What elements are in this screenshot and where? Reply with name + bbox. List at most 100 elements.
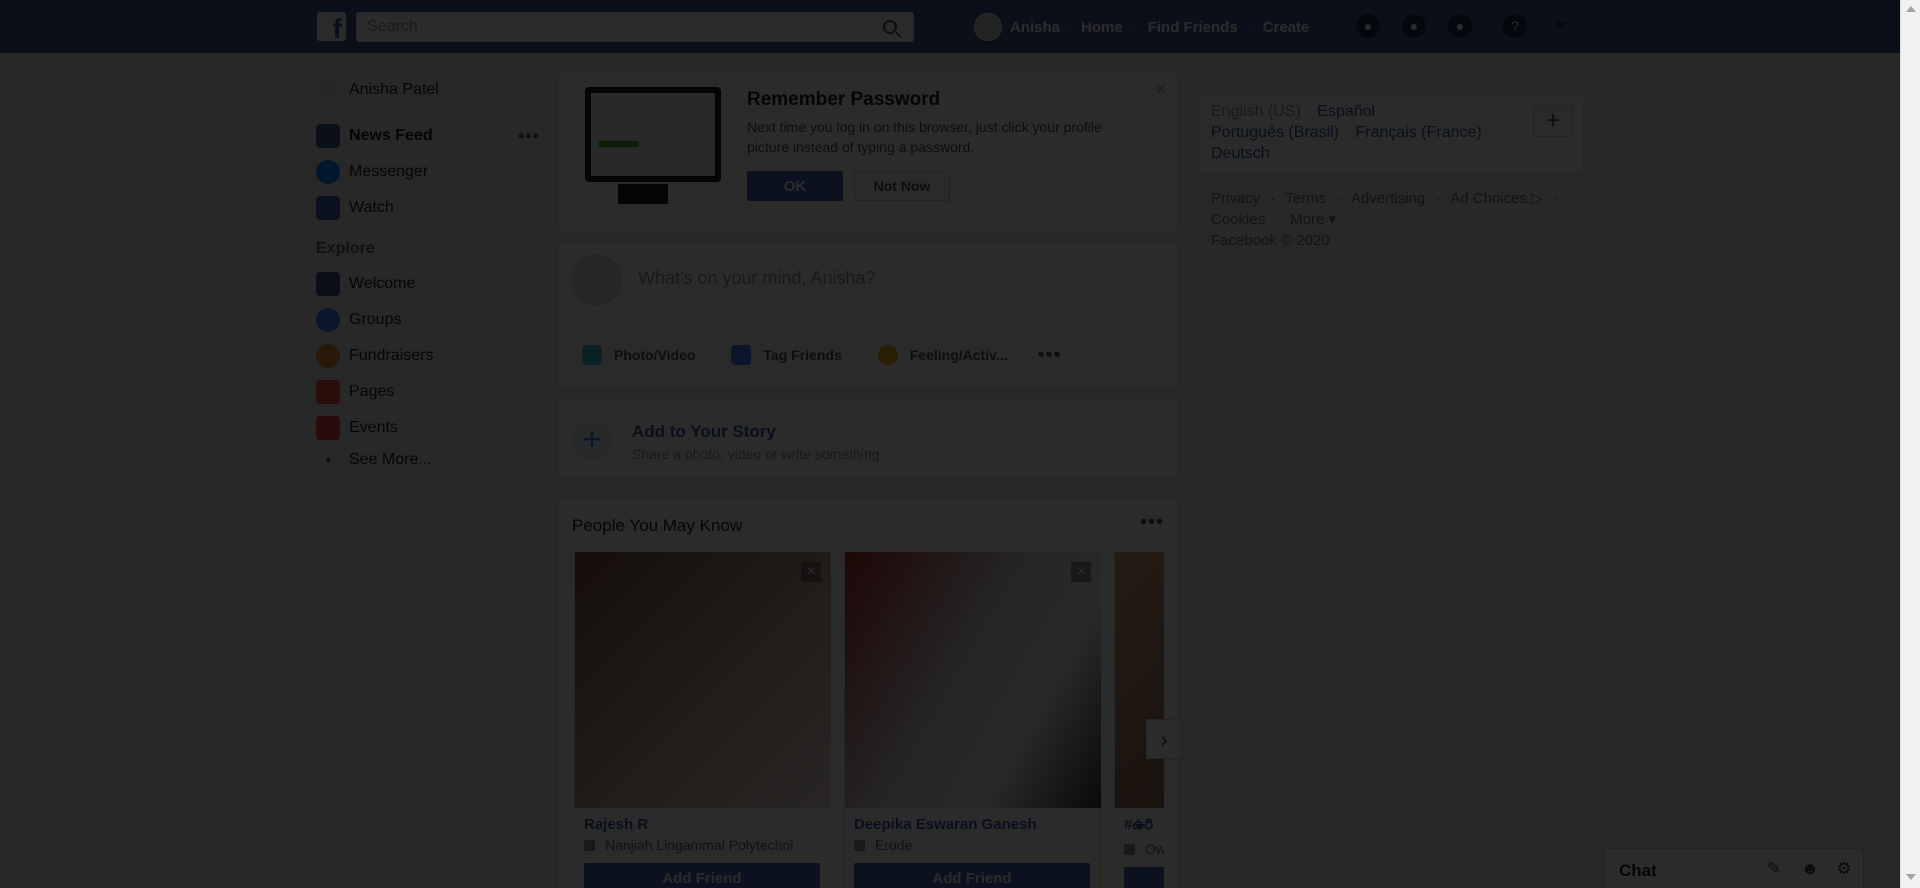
facebook-logo[interactable]: f [317, 12, 346, 41]
profile-link[interactable]: Anisha [966, 13, 1068, 41]
close-icon[interactable]: × [1071, 562, 1091, 582]
sidebar-item-pages[interactable]: Pages [316, 374, 540, 410]
avatar [974, 13, 1002, 41]
tag-friends-icon [731, 345, 752, 365]
sidebar-item-messenger[interactable]: Messenger [316, 154, 540, 190]
sidebar-item-fundraisers[interactable]: Fundraisers [316, 338, 540, 374]
search-input[interactable] [357, 13, 857, 41]
chevron-right-icon[interactable]: › [1146, 719, 1182, 759]
add-to-story-subtitle: Share a photo, video or write something [632, 446, 880, 462]
events-icon [316, 416, 340, 440]
person-name[interactable]: Rajesh R [584, 816, 820, 833]
scroll-down-icon[interactable] [1906, 874, 1916, 880]
advertising-link[interactable]: Advertising [1351, 190, 1425, 207]
person-card: × Deepika Eswaran Ganesh Erode Add Frien… [844, 551, 1101, 888]
remember-password-text: Next time you log in on this browser, ju… [747, 119, 1102, 155]
pages-icon [316, 380, 340, 404]
sidebar-item-watch[interactable]: Watch [316, 190, 540, 226]
sidebar-item-welcome[interactable]: Welcome [316, 266, 540, 302]
chat-bar[interactable]: Chat ✎ ☻ ⚙ [1603, 848, 1864, 888]
sidebar-item-groups[interactable]: Groups [316, 302, 540, 338]
home-icon [1124, 843, 1135, 855]
more-options-icon[interactable]: ••• [1038, 344, 1062, 367]
compose-icon[interactable]: ✎ [1764, 859, 1784, 879]
language-link[interactable]: Español [1317, 103, 1375, 120]
copyright: Facebook © 2020 [1211, 232, 1330, 249]
privacy-link[interactable]: Privacy [1211, 190, 1260, 207]
help-icon[interactable]: ? [1503, 14, 1527, 38]
person-name[interactable]: Deepika Eswaran Ganesh [854, 816, 1090, 833]
gear-icon[interactable]: ⚙ [1834, 859, 1854, 879]
group-chat-icon[interactable]: ☻ [1800, 859, 1820, 879]
explore-header: Explore [316, 240, 375, 257]
add-friend-button[interactable]: Add Friend [584, 863, 820, 888]
current-language: English (US) [1211, 103, 1301, 120]
groups-icon [316, 308, 340, 332]
login-bar-illustration [599, 141, 639, 147]
add-friend-button[interactable]: Add Friend [1124, 867, 1164, 888]
pymk-carousel: × Rajesh R Nanjiah Lingammal Polytechni … [574, 551, 1164, 888]
person-name[interactable]: #ఉరి [1124, 816, 1164, 837]
search-icon[interactable] [883, 20, 897, 34]
sidebar-item-news-feed[interactable]: News Feed ••• [316, 118, 540, 154]
add-language-button[interactable]: + [1533, 105, 1573, 137]
photo-video-icon [582, 345, 602, 365]
sidebar-item-label: Anisha Patel [349, 81, 439, 98]
person-card: × Rajesh R Nanjiah Lingammal Polytechni … [574, 551, 831, 888]
language-selector: English (US) Español Português (Brasil) … [1198, 96, 1584, 174]
sidebar-item-label: Fundraisers [349, 347, 434, 364]
top-navigation-bar: f Anisha Home Find Friends Create ● ● ● … [0, 0, 1920, 53]
top-nav-links: Anisha Home Find Friends Create [966, 12, 1321, 42]
left-sidebar: Anisha Patel News Feed ••• Messenger Wat… [316, 72, 540, 474]
friend-requests-icon[interactable]: ● [1356, 14, 1380, 38]
language-link[interactable]: Português (Brasil) [1211, 124, 1339, 141]
profile-photo[interactable]: × [575, 552, 831, 808]
feeling-activity-button[interactable]: Feeling/Activ... [865, 339, 1020, 371]
add-friend-button[interactable]: Add Friend [854, 863, 1090, 888]
monitor-stand [618, 184, 668, 204]
person-meta: Nanjiah Lingammal Polytechni [584, 837, 820, 853]
add-to-story-card[interactable]: + Add to Your Story Share a photo, video… [557, 398, 1179, 478]
messenger-icon [316, 160, 340, 184]
profile-photo[interactable]: × [845, 552, 1101, 808]
see-more-link[interactable]: ▾ See More... [316, 446, 540, 474]
more-options-icon[interactable]: ••• [518, 126, 540, 147]
cookies-link[interactable]: Cookies [1211, 211, 1265, 228]
ok-button[interactable]: OK [747, 171, 843, 201]
photo-video-button[interactable]: Photo/Video [570, 339, 708, 371]
sidebar-item-events[interactable]: Events [316, 410, 540, 446]
terms-link[interactable]: Terms [1285, 190, 1326, 207]
language-link[interactable]: Français (France) [1356, 124, 1482, 141]
sidebar-item-profile[interactable]: Anisha Patel [316, 72, 540, 108]
find-friends-link[interactable]: Find Friends [1134, 18, 1250, 36]
person-meta: Erode [854, 837, 1090, 853]
status-input[interactable]: What's on your mind, Anisha? [638, 268, 876, 289]
people-you-may-know: People You May Know ••• × Rajesh R Nanji… [557, 498, 1182, 888]
separator: · [1275, 211, 1281, 228]
close-icon[interactable]: × [801, 562, 821, 582]
sidebar-item-label: Groups [349, 311, 402, 328]
account-menu-icon[interactable] [1555, 22, 1567, 29]
scrollbar[interactable] [1900, 0, 1920, 888]
notifications-icon[interactable]: ● [1448, 14, 1472, 38]
close-icon[interactable]: × [1155, 79, 1166, 100]
watch-icon [316, 196, 340, 220]
create-link[interactable]: Create [1249, 18, 1322, 36]
more-link[interactable]: More ▾ [1290, 211, 1336, 228]
ad-choices-link[interactable]: Ad Choices ▷ [1450, 190, 1542, 207]
tag-friends-button[interactable]: Tag Friends [719, 339, 854, 371]
language-link[interactable]: Deutsch [1211, 145, 1270, 162]
photo-video-label: Photo/Video [614, 347, 696, 363]
person-meta-text: Ow [1145, 841, 1164, 857]
chevron-down-icon: ▾ [324, 453, 332, 467]
avatar [572, 255, 622, 305]
not-now-button[interactable]: Not Now [854, 171, 950, 201]
more-options-icon[interactable]: ••• [1140, 511, 1164, 534]
facebook-icon [316, 272, 340, 296]
avatar [316, 78, 340, 102]
person-meta-text: Nanjiah Lingammal Polytechni [605, 837, 794, 853]
messenger-icon[interactable]: ● [1402, 14, 1426, 38]
scroll-up-icon[interactable] [1906, 6, 1916, 12]
profile-photo[interactable] [1115, 552, 1164, 808]
home-link[interactable]: Home [1068, 18, 1135, 36]
